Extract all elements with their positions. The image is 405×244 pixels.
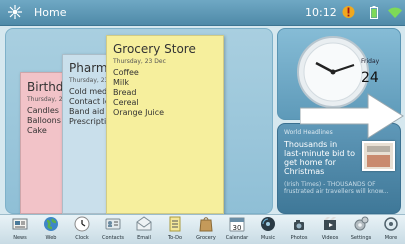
note-date: Thursday, 23 Dec bbox=[113, 58, 166, 65]
wifi-icon bbox=[388, 7, 402, 18]
dock-item-music[interactable]: Music bbox=[254, 216, 282, 244]
list-item: Coffee bbox=[113, 68, 139, 77]
music-icon bbox=[261, 217, 275, 231]
note-title: Grocery Store bbox=[113, 42, 196, 56]
email-icon bbox=[136, 216, 152, 231]
settings-icon bbox=[354, 216, 369, 231]
alert-icon[interactable] bbox=[342, 5, 355, 19]
news-thumbnail[interactable] bbox=[362, 141, 395, 171]
dock-item-videos[interactable]: Videos bbox=[316, 216, 344, 244]
clock-day: Friday bbox=[361, 58, 380, 65]
todo-icon bbox=[169, 216, 181, 232]
dock-item-calendar[interactable]: 30 Calendar bbox=[223, 216, 251, 244]
dock-item-clock[interactable]: Clock bbox=[68, 216, 96, 244]
list-item: Milk bbox=[113, 78, 129, 87]
dock-item-todo[interactable]: To-Do bbox=[161, 216, 189, 244]
status-time: 10:12 bbox=[305, 6, 337, 19]
news-icon bbox=[12, 218, 28, 230]
list-item: Cereal bbox=[113, 98, 139, 107]
news-snippet: (Irish Times) - THOUSANDS OF frustrated … bbox=[284, 181, 389, 195]
clock-icon bbox=[74, 216, 90, 232]
dock-item-web[interactable]: Web bbox=[37, 216, 65, 244]
dock-item-grocery[interactable]: Grocery bbox=[192, 216, 220, 244]
list-item: Bread bbox=[113, 88, 137, 97]
videos-icon bbox=[324, 217, 336, 230]
grocery-bag-icon bbox=[199, 217, 213, 232]
clock-date: 24 bbox=[361, 70, 379, 86]
dock-item-email[interactable]: Email bbox=[130, 216, 158, 244]
calendar-badge: 30 bbox=[233, 224, 242, 232]
battery-icon bbox=[370, 6, 378, 19]
home-logo-icon[interactable] bbox=[8, 5, 22, 19]
list-item: Orange Juice bbox=[113, 108, 165, 117]
news-headline[interactable]: Thousands in last-minute bid to get home… bbox=[284, 140, 356, 176]
dock-item-more[interactable]: More bbox=[377, 216, 405, 244]
contacts-icon bbox=[105, 218, 121, 230]
status-bar: Home 10:12 bbox=[0, 0, 405, 26]
calendar-icon: 30 bbox=[229, 217, 245, 232]
photos-icon bbox=[294, 220, 304, 230]
grocery-note[interactable]: Grocery Store Thursday, 23 Dec Coffee Mi… bbox=[106, 35, 224, 214]
globe-icon bbox=[44, 217, 58, 231]
screen-title: Home bbox=[34, 6, 67, 19]
dock-item-news[interactable]: News bbox=[6, 216, 34, 244]
dock-item-contacts[interactable]: Contacts bbox=[99, 216, 127, 244]
dock-item-settings[interactable]: Settings bbox=[347, 216, 375, 244]
home-screen: Home 10:12 Birthday Thursday, 23 Dec Can… bbox=[0, 0, 405, 244]
dock-item-photos[interactable]: Photos bbox=[285, 216, 313, 244]
more-icon bbox=[384, 217, 398, 231]
swipe-arrow-icon bbox=[300, 93, 404, 139]
